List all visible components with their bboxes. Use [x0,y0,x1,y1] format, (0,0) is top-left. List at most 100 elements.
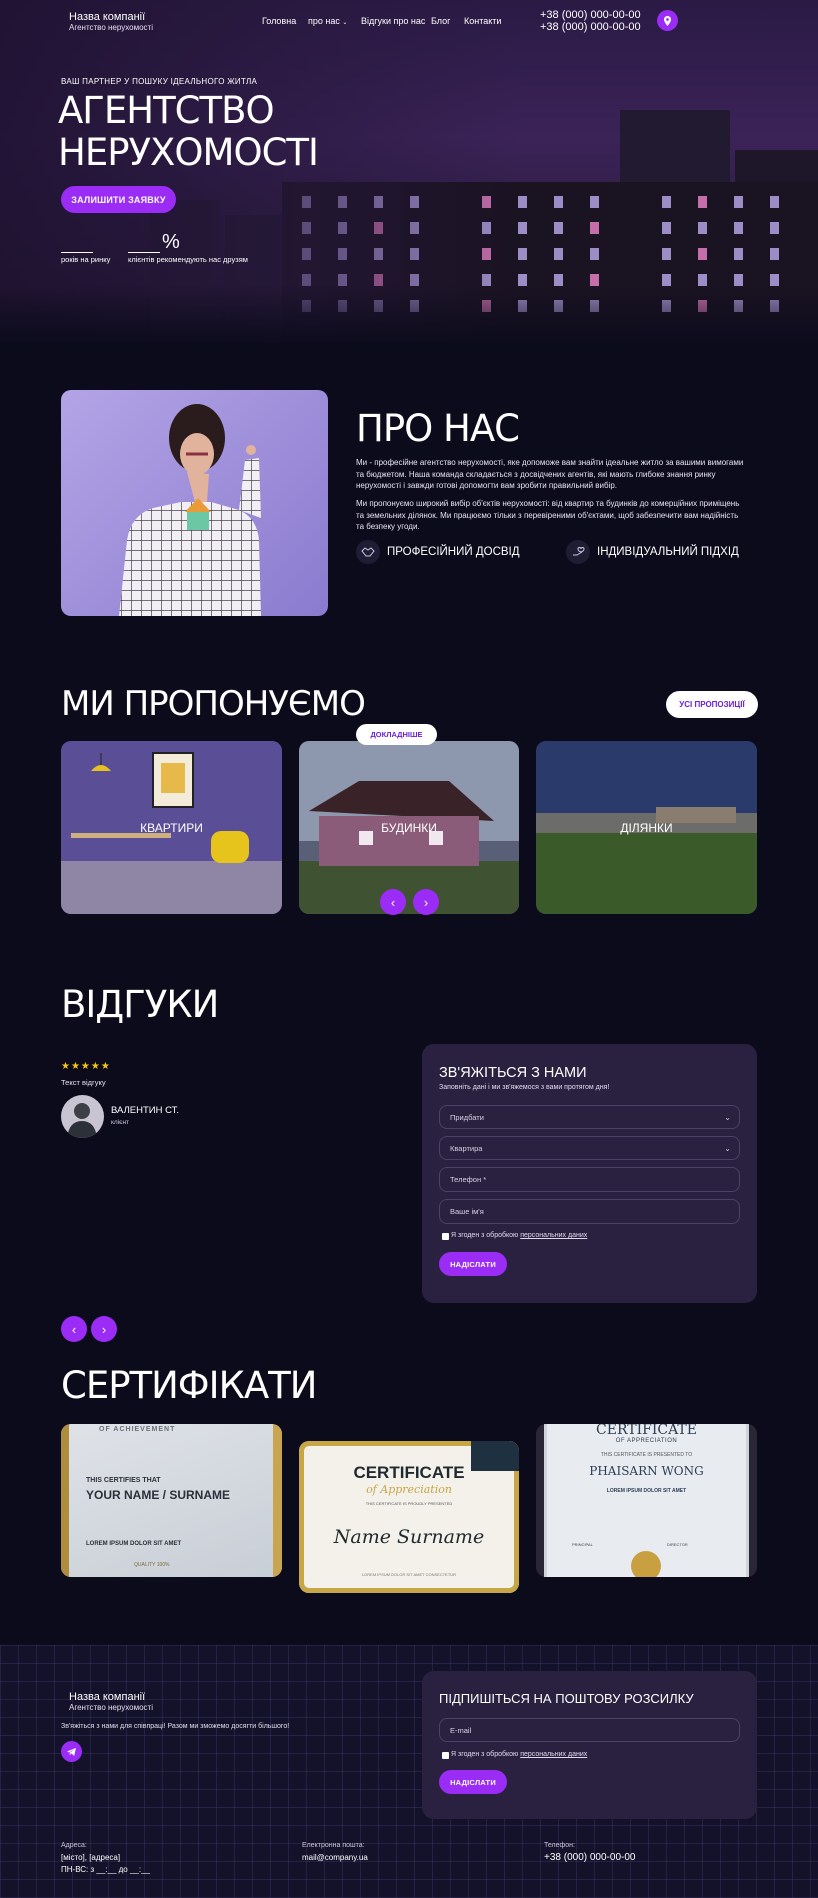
certificate-3-top: CERTIFICATE [596,1424,697,1438]
newsletter-consent-link[interactable]: персональних даних [520,1751,587,1758]
building-window [734,248,743,260]
reviews-title: ВІДГУКИ [61,983,219,1026]
hand-heart-icon [566,540,590,564]
reviewer-avatar [61,1095,104,1138]
stat-clients-value: % [162,231,180,253]
nav-about-label: про нас [308,16,340,26]
certificate-3-name: PHAISARN WONG [589,1464,704,1478]
leave-request-button[interactable]: ЗАЛИШИТИ ЗАЯВКУ [61,186,176,213]
building-window [698,248,707,260]
newsletter-email-placeholder: E-mail [450,1725,472,1735]
location-pin-icon [664,15,671,26]
name-field[interactable]: Ваше ім'я [439,1199,740,1224]
handshake-icon [356,540,380,564]
building-window [698,196,707,208]
nav-reviews[interactable]: Відгуки про нас [361,16,425,26]
offer-card-land[interactable]: ДІЛЯНКИ [536,741,757,914]
consent-link[interactable]: персональних даних [520,1232,587,1239]
about-photo [61,390,328,616]
feature-individual-label: ІНДИВІДУАЛЬНИЙ ПІДХІД [597,546,739,558]
location-button[interactable] [657,10,678,31]
offer-card-apartments[interactable]: КВАРТИРИ [61,741,282,914]
certificate-3-line2: THIS CERTIFICATE IS PRESENTED TO [600,1452,693,1458]
review-stars: ★★★★★ [61,1061,111,1072]
contact-form-title: ЗВ'ЯЖІТЬСЯ З НАМИ [439,1065,587,1081]
building-window [554,248,563,260]
consent-checkbox[interactable] [442,1233,449,1240]
chevron-down-icon: ⌄ [724,1112,731,1122]
details-button[interactable]: ДОКЛАДНІШЕ [356,724,437,745]
site-logo[interactable]: Назва компанії Агентство нерухомості [69,11,153,32]
building-window [770,248,779,260]
chevron-left-icon: ‹ [71,1321,77,1337]
chevron-right-icon: › [423,894,429,910]
newsletter-submit-button[interactable]: НАДІСЛАТИ [439,1770,507,1794]
newsletter-email-field[interactable]: E-mail [439,1718,740,1742]
hero-eyebrow: ВАШ ПАРТНЕР У ПОШУКУ ІДЕАЛЬНОГО ЖИТЛА [61,77,258,86]
offers-next-button[interactable]: › [413,889,439,915]
footer-phone-value[interactable]: +38 (000) 000-00-00 [544,1852,635,1863]
building-window [698,222,707,234]
footer-logo[interactable]: Назва компанії Агентство нерухомості [69,1691,153,1712]
footer-address-label: Адреса: [61,1842,87,1849]
footer-tagline: Зв'яжіться з нами для співпраці! Разом м… [61,1723,290,1730]
offers-prev-button[interactable]: ‹ [380,889,406,915]
company-name: Назва компанії [69,11,146,23]
nav-home[interactable]: Головна [262,16,296,26]
about-paragraph-1: Ми - професійне агентство нерухомості, я… [356,458,744,491]
building-window [770,196,779,208]
telegram-button[interactable] [61,1741,82,1762]
certificate-1-badge: QUALITY 100% [134,1562,170,1568]
hero-title-line1: АГЕНТСТВО [58,89,275,132]
certificate-3-seal [631,1551,661,1577]
reviewer-name: ВАЛЕНТИН СТ. [111,1105,180,1116]
building-window [734,196,743,208]
chevron-left-icon: ‹ [390,894,396,910]
all-offers-button[interactable]: УСІ ПРОПОЗИЦІЇ [666,691,758,718]
offer-card-houses[interactable]: БУДИНКИ [299,741,519,914]
contact-submit-button[interactable]: НАДІСЛАТИ [439,1252,507,1276]
newsletter-consent-prefix: Я згоден з обробкою [451,1751,519,1758]
footer-phone-label: Телефон: [544,1842,575,1849]
stat-years-label: років на ринку [61,255,111,264]
nav-about[interactable]: про нас ⌄ [308,16,347,26]
certificate-3-sig2: DIRECTOR [667,1542,688,1547]
certificate-1[interactable]: OF ACHIEVEMENT THIS CERTIFIES THAT YOUR … [61,1424,282,1577]
certificate-2-top: CERTIFICATE [353,1463,465,1482]
newsletter-consent-text: Я згоден з обробкою персональних даних [451,1751,587,1758]
building-window [770,222,779,234]
footer-hours: ПН-ВС: з __:__ до __:__ [61,1865,150,1874]
newsletter-title: ПІДПИШІТЬСЯ НА ПОШТОВУ РОЗСИЛКУ [439,1691,694,1706]
contact-form-subtitle: Заповніть дані і ми зв'яжемося з вами пр… [439,1084,610,1091]
certificate-3[interactable]: CERTIFICATE OF APPRECIATION THIS CERTIFI… [536,1424,757,1577]
building-window [662,248,671,260]
building-window [590,196,599,208]
footer-company-subtitle: Агентство нерухомості [69,1703,153,1712]
telegram-icon [67,1747,76,1756]
certificate-1-line3: LOREM IPSUM DOLOR SIT AMET [86,1541,182,1547]
certificate-2-line1: of Appreciation [366,1483,452,1496]
building-window [554,222,563,234]
reviews-next-button[interactable]: › [91,1316,117,1342]
building-window [734,222,743,234]
footer-email-value[interactable]: mail@company.ua [302,1853,368,1862]
stat-clients-line [128,252,160,253]
nav-blog[interactable]: Блог [431,16,450,26]
certificate-1-line2: YOUR NAME / SURNAME [86,1488,231,1502]
header-phone-2[interactable]: +38 (000) 000-00-00 [540,21,641,33]
hero-title-line2: НЕРУХОМОСТІ [58,131,319,174]
phone-field[interactable]: Телефон * [439,1167,740,1192]
building-window [554,196,563,208]
certificate-3-line1: OF APPRECIATION [615,1438,678,1444]
feature-experience-label: ПРОФЕСІЙНИЙ ДОСВІД [387,546,520,558]
header-phone-1[interactable]: +38 (000) 000-00-00 [540,9,641,21]
certificate-1-line1: THIS CERTIFIES THAT [86,1477,161,1484]
property-type-select[interactable]: Квартира ⌄ [439,1136,740,1160]
nav-contacts[interactable]: Контакти [464,16,501,26]
newsletter-consent-checkbox[interactable] [442,1752,449,1759]
deal-type-select[interactable]: Придбати ⌄ [439,1105,740,1129]
reviewer-role: клієнт [111,1119,130,1126]
building-window [590,248,599,260]
certificate-2[interactable]: CERTIFICATE of Appreciation THIS CERTIFI… [299,1441,519,1593]
reviews-prev-button[interactable]: ‹ [61,1316,87,1342]
